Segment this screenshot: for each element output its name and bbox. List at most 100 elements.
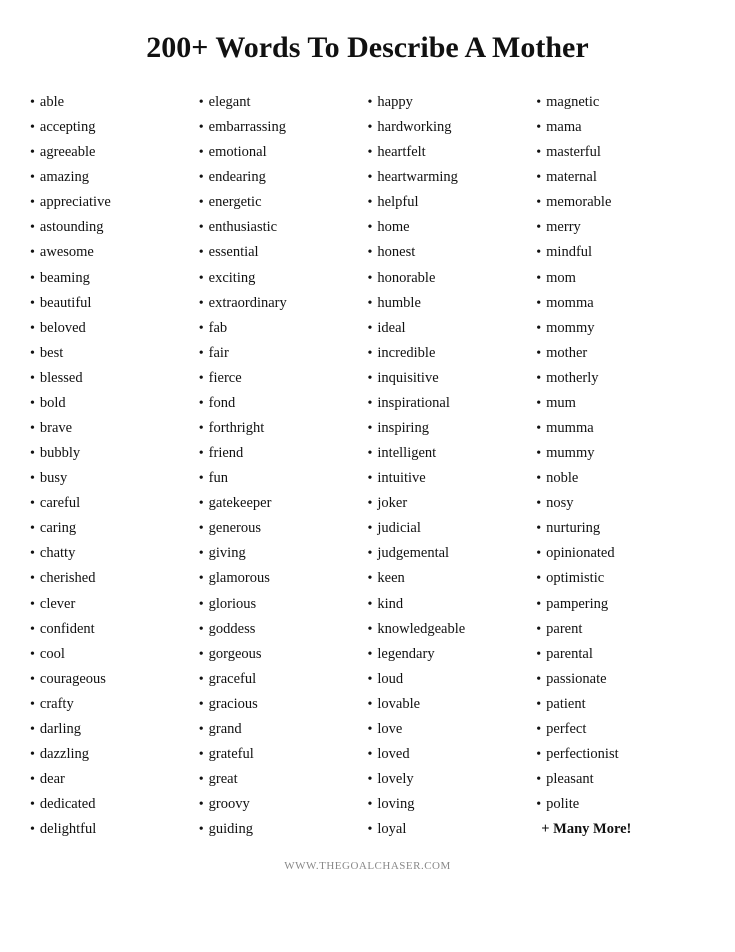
list-item: masterful <box>536 140 705 165</box>
list-item: passionate <box>536 667 705 692</box>
list-item: grand <box>199 717 368 742</box>
list-item: careful <box>30 491 199 516</box>
list-item: best <box>30 341 199 366</box>
list-item: honest <box>368 240 537 265</box>
list-item: perfectionist <box>536 742 705 767</box>
list-item: intuitive <box>368 466 537 491</box>
list-item: heartwarming <box>368 165 537 190</box>
list-item: busy <box>30 466 199 491</box>
list-item: grateful <box>199 742 368 767</box>
list-item: extraordinary <box>199 291 368 316</box>
list-item: cherished <box>30 566 199 591</box>
list-item: great <box>199 767 368 792</box>
list-item: energetic <box>199 190 368 215</box>
list-item: fun <box>199 466 368 491</box>
list-item: caring <box>30 516 199 541</box>
column-4: magneticmamamasterfulmaternalmemorableme… <box>536 90 705 842</box>
list-item: graceful <box>199 667 368 692</box>
list-item: appreciative <box>30 190 199 215</box>
list-item: enthusiastic <box>199 215 368 240</box>
list-item: pampering <box>536 592 705 617</box>
list-item: crafty <box>30 692 199 717</box>
list-item: mama <box>536 115 705 140</box>
list-item: inspiring <box>368 416 537 441</box>
list-item: honorable <box>368 266 537 291</box>
list-item: brave <box>30 416 199 441</box>
list-item: intelligent <box>368 441 537 466</box>
list-item: judicial <box>368 516 537 541</box>
list-item: loved <box>368 742 537 767</box>
list-item: maternal <box>536 165 705 190</box>
list-item: confident <box>30 617 199 642</box>
list-item: helpful <box>368 190 537 215</box>
list-item: generous <box>199 516 368 541</box>
list-item: mom <box>536 266 705 291</box>
list-item: nurturing <box>536 516 705 541</box>
list-item: loyal <box>368 817 537 842</box>
list-item: incredible <box>368 341 537 366</box>
list-item: hardworking <box>368 115 537 140</box>
list-item: optimistic <box>536 566 705 591</box>
list-item: darling <box>30 717 199 742</box>
list-item: fair <box>199 341 368 366</box>
list-item: lovable <box>368 692 537 717</box>
list-item: cool <box>30 642 199 667</box>
list-item: able <box>30 90 199 115</box>
list-item: beaming <box>30 266 199 291</box>
list-item: pleasant <box>536 767 705 792</box>
page-title: 200+ Words To Describe A Mother <box>146 30 588 66</box>
list-item: embarrassing <box>199 115 368 140</box>
list-item: delightful <box>30 817 199 842</box>
list-item: fab <box>199 316 368 341</box>
list-item: humble <box>368 291 537 316</box>
list-item: parent <box>536 617 705 642</box>
list-item: bold <box>30 391 199 416</box>
list-item: motherly <box>536 366 705 391</box>
list-item: kind <box>368 592 537 617</box>
list-item: beloved <box>30 316 199 341</box>
list-item: bubbly <box>30 441 199 466</box>
list-item: gatekeeper <box>199 491 368 516</box>
list-item: memorable <box>536 190 705 215</box>
list-item: fond <box>199 391 368 416</box>
list-item: agreeable <box>30 140 199 165</box>
list-item: keen <box>368 566 537 591</box>
list-item: dazzling <box>30 742 199 767</box>
list-item: loving <box>368 792 537 817</box>
list-item: happy <box>368 90 537 115</box>
list-item: blessed <box>30 366 199 391</box>
list-item: magnetic <box>536 90 705 115</box>
list-item: noble <box>536 466 705 491</box>
list-item: knowledgeable <box>368 617 537 642</box>
list-item: astounding <box>30 215 199 240</box>
column-1: ableacceptingagreeableamazingappreciativ… <box>30 90 199 842</box>
list-item: guiding <box>199 817 368 842</box>
list-item: dear <box>30 767 199 792</box>
list-item: heartfelt <box>368 140 537 165</box>
list-item: polite <box>536 792 705 817</box>
list-item: joker <box>368 491 537 516</box>
list-item: merry <box>536 215 705 240</box>
list-item: chatty <box>30 541 199 566</box>
list-item: lovely <box>368 767 537 792</box>
list-item: friend <box>199 441 368 466</box>
list-item: awesome <box>30 240 199 265</box>
list-item: amazing <box>30 165 199 190</box>
list-item: ideal <box>368 316 537 341</box>
column-3: happyhardworkingheartfeltheartwarminghel… <box>368 90 537 842</box>
list-item: mommy <box>536 316 705 341</box>
list-item: fierce <box>199 366 368 391</box>
list-item: love <box>368 717 537 742</box>
list-item: gracious <box>199 692 368 717</box>
list-item: dedicated <box>30 792 199 817</box>
column-2: elegantembarrassingemotionalendearingene… <box>199 90 368 842</box>
list-item: endearing <box>199 165 368 190</box>
list-item: inspirational <box>368 391 537 416</box>
list-item: perfect <box>536 717 705 742</box>
list-item: patient <box>536 692 705 717</box>
footer-url: WWW.THEGOALCHASER.COM <box>284 860 451 872</box>
list-item: legendary <box>368 642 537 667</box>
list-item: judgemental <box>368 541 537 566</box>
list-item: mother <box>536 341 705 366</box>
list-item: mumma <box>536 416 705 441</box>
